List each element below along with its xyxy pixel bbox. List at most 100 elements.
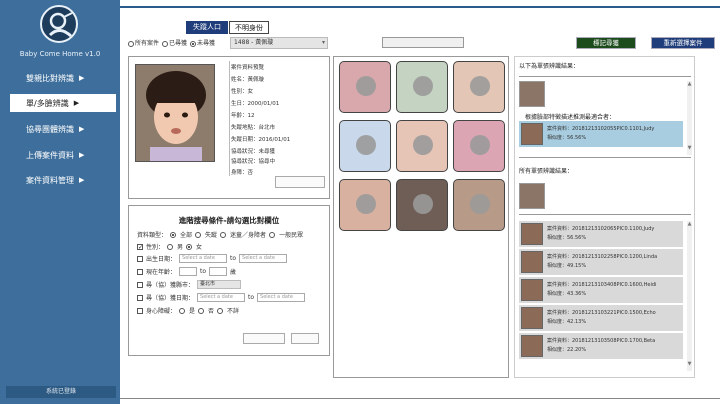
found-from-date[interactable]: Select a date xyxy=(197,293,246,302)
radio-unknown[interactable] xyxy=(217,307,224,314)
radio-type-public[interactable] xyxy=(269,231,276,238)
query-photo xyxy=(519,183,545,209)
mark-found-button[interactable]: 標記尋獲 xyxy=(576,37,636,49)
city-select[interactable]: 臺北市 xyxy=(197,280,242,289)
result-card[interactable]: 案件資料：20181213102258PIC0.1200,Linda 相似度：4… xyxy=(519,249,683,275)
case-select[interactable]: 1488 - 黃佩璇 xyxy=(230,37,328,49)
radio-all-cases[interactable]: 所有案件 xyxy=(128,38,159,47)
result-photo xyxy=(521,223,543,245)
result-card[interactable]: 案件資料：20181213103508PIC0.1700,Beta 相似度：22… xyxy=(519,333,683,359)
birth-checkbox[interactable] xyxy=(137,255,143,262)
search-reset-button[interactable] xyxy=(291,333,319,344)
birth-to-date[interactable]: Select a date xyxy=(239,254,288,263)
age-checkbox[interactable] xyxy=(137,268,143,275)
result-id: 案件資料：20181213103221PIC0.1500,Echo xyxy=(547,310,656,316)
bottom-divider xyxy=(120,398,720,399)
case-field: 性別：女 xyxy=(231,89,254,95)
city-checkbox[interactable] xyxy=(137,281,143,288)
sidebar-item-label: 協尋團體辨識 xyxy=(26,124,74,134)
sidebar-item-label: 上傳案件資料 xyxy=(26,150,74,160)
case-field: 案件資料預覽 xyxy=(231,65,265,71)
sidebar: Baby Come Home v1.0 雙親比對辨識 ▶ 單/多臉辨識 ▶ 協尋團體… xyxy=(0,0,120,404)
radio-type-elder[interactable] xyxy=(220,231,227,238)
radio-type-all[interactable] xyxy=(170,231,177,238)
radio-type-lost[interactable] xyxy=(195,231,202,238)
gallery-thumb[interactable] xyxy=(453,120,505,172)
reselect-case-button[interactable]: 重新選擇案件 xyxy=(651,37,715,49)
radio-found[interactable]: 已尋獲 xyxy=(162,38,187,47)
gallery-thumb[interactable] xyxy=(339,179,391,231)
radio-male[interactable] xyxy=(167,243,174,250)
result-card[interactable]: 案件資料：20181213103408PIC0.1600,Heidi 相似度：4… xyxy=(519,277,683,303)
sidebar-item-group-recognition[interactable]: 協尋團體辨識 ▶ xyxy=(0,120,120,138)
search-input[interactable] xyxy=(382,37,464,48)
blank-button[interactable] xyxy=(275,176,325,188)
result-similarity: 相似度：56.56% xyxy=(547,135,587,141)
result-photo xyxy=(521,335,543,357)
gallery-thumb[interactable] xyxy=(453,179,505,231)
found-to-date[interactable]: Select a date xyxy=(257,293,306,302)
logout-button[interactable]: 系統已登錄 xyxy=(6,386,116,398)
disability-row: 身心障礙： 是 否 不詳 xyxy=(137,306,239,315)
divider xyxy=(229,61,230,176)
chevron-right-icon: ▶ xyxy=(79,125,85,133)
city-row: 尋（協）獲縣市： 臺北市 xyxy=(137,280,242,289)
disability-checkbox[interactable] xyxy=(137,307,143,314)
search-submit-button[interactable] xyxy=(243,333,285,344)
result-similarity: 相似度：56.56% xyxy=(547,235,587,241)
result-id: 案件資料：20181213102258PIC0.1200,Linda xyxy=(547,254,658,260)
radio-no[interactable] xyxy=(198,307,205,314)
scrollbar[interactable]: ▲ ▼ xyxy=(687,81,692,155)
result-photo xyxy=(521,307,543,329)
sidebar-item-parent-compare[interactable]: 雙親比對辨識 ▶ xyxy=(0,69,120,87)
tab-lost-person[interactable]: 失蹤人口 xyxy=(186,21,228,34)
gallery-thumb[interactable] xyxy=(339,120,391,172)
case-status-filter: 所有案件 已尋獲 未尋獲 xyxy=(128,38,215,47)
case-info-panel: 案件資料預覽 姓名：黃佩璇 性別：女 生日：2000/01/01 年齡：12 失… xyxy=(128,56,330,199)
gallery-thumb[interactable] xyxy=(339,61,391,113)
sidebar-item-label: 案件資料管理 xyxy=(26,175,74,185)
chevron-right-icon: ▶ xyxy=(79,176,85,184)
divider xyxy=(519,76,691,77)
result-id: 案件資料：20181213102055PIC0.1101,Judy xyxy=(547,126,655,132)
chevron-right-icon: ▶ xyxy=(79,74,85,82)
sidebar-item-case-management[interactable]: 案件資料管理 ▶ xyxy=(0,171,120,189)
gallery-thumb[interactable] xyxy=(396,120,448,172)
result-card[interactable]: 案件資料：20181213103221PIC0.1500,Echo 相似度：42… xyxy=(519,305,683,331)
result-similarity: 相似度：42.13% xyxy=(547,319,587,325)
radio-not-found[interactable]: 未尋獲 xyxy=(190,38,215,47)
gallery-thumb[interactable] xyxy=(396,179,448,231)
result-photo xyxy=(521,279,543,301)
result-card[interactable]: 案件資料：20181213102055PIC0.1101,Judy 相似度：56… xyxy=(519,121,683,147)
result-id: 案件資料：20181213103408PIC0.1600,Heidi xyxy=(547,282,657,288)
divider xyxy=(519,214,691,215)
app-title: Baby Come Home v1.0 xyxy=(19,50,101,58)
advanced-search-panel: 進階搜尋條件-請勾選比對欄位 資料類型： 全部 失蹤 迷童／身障者 一般民眾 性… xyxy=(128,205,330,356)
result-card[interactable]: 案件資料：20181213102065PIC0.1100,Judy 相似度：56… xyxy=(519,221,683,247)
gender-checkbox[interactable] xyxy=(137,243,143,250)
type-row: 資料類型： 全部 失蹤 迷童／身障者 一般民眾 xyxy=(137,231,304,239)
gallery-thumb[interactable] xyxy=(396,61,448,113)
case-field: 協尋狀況：未尋獲 xyxy=(231,149,276,155)
found-date-checkbox[interactable] xyxy=(137,294,143,301)
app-window: Baby Come Home v1.0 雙親比對辨識 ▶ 單/多臉辨識 ▶ 協尋團體… xyxy=(0,0,720,404)
radio-female[interactable] xyxy=(186,243,193,250)
scrollbar[interactable]: ▲ ▼ xyxy=(687,221,692,371)
sidebar-item-upload-case[interactable]: 上傳案件資料 ▶ xyxy=(0,146,120,164)
sidebar-item-label: 雙親比對辨識 xyxy=(26,73,74,83)
radio-yes[interactable] xyxy=(179,307,186,314)
case-field: 失蹤日期：2016/01/01 xyxy=(231,137,291,143)
case-photo xyxy=(135,64,215,162)
result-photo xyxy=(521,251,543,273)
sidebar-item-face-recognition[interactable]: 單/多臉辨識 ▶ xyxy=(10,94,116,112)
search-title: 進階搜尋條件-請勾選比對欄位 xyxy=(178,216,280,225)
age-to-input[interactable] xyxy=(209,267,228,276)
age-from-input[interactable] xyxy=(179,267,198,276)
case-field: 姓名：黃佩璇 xyxy=(231,77,265,83)
gallery-thumb[interactable] xyxy=(453,61,505,113)
photo-gallery xyxy=(333,56,509,378)
case-field: 身障：否 xyxy=(231,170,254,176)
birth-from-date[interactable]: Select a date xyxy=(179,254,228,263)
result-similarity: 相似度：22.20% xyxy=(547,347,587,353)
tab-unknown-identity[interactable]: 不明身份 xyxy=(229,21,269,34)
